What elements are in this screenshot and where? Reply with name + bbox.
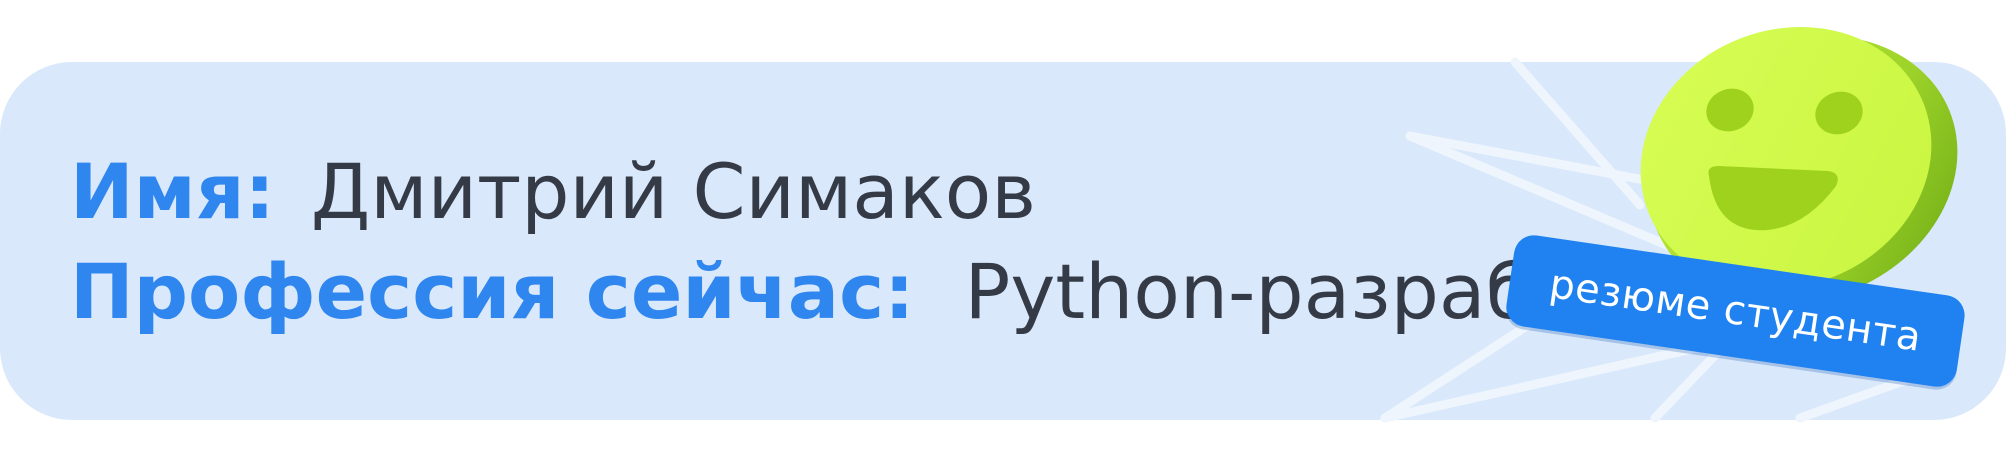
name-value: Дмитрий Симаков	[310, 147, 1037, 236]
name-label: Имя:	[70, 147, 275, 236]
profession-label: Профессия сейчас:	[70, 247, 915, 336]
name-row: Имя: Дмитрий Симаков	[70, 154, 1036, 230]
